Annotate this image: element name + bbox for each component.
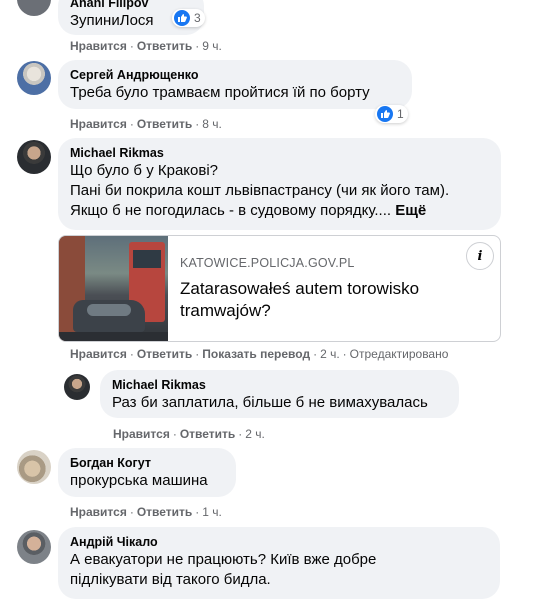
reply-link[interactable]: Ответить: [137, 39, 192, 53]
comment-bubble: Богдан Когут прокурська машина: [58, 448, 236, 497]
like-link[interactable]: Нравится: [70, 117, 127, 131]
reaction-number: 3: [194, 11, 201, 25]
timestamp[interactable]: 2 ч.: [320, 347, 340, 361]
reaction-number: 1: [397, 107, 404, 121]
like-link[interactable]: Нравится: [70, 347, 127, 361]
comment-author[interactable]: Anani Filipov: [70, 0, 192, 11]
link-title-line: Zatarasowałeś autem torowisko: [180, 279, 420, 298]
like-icon: [377, 106, 393, 122]
timestamp[interactable]: 1 ч.: [202, 505, 222, 519]
reaction-count[interactable]: 1: [375, 105, 408, 123]
comment-author[interactable]: Michael Rikmas: [70, 145, 489, 161]
comment-author[interactable]: Сергей Андрющенко: [70, 67, 400, 83]
reply-link[interactable]: Ответить: [137, 117, 192, 131]
comment-text-line: Якщо б не погодилась - в судовому порядк…: [70, 202, 392, 219]
show-translation-link[interactable]: Показать перевод: [202, 347, 310, 361]
reply-link[interactable]: Ответить: [137, 505, 192, 519]
link-preview-card[interactable]: KATOWICE.POLICJA.GOV.PL Zatarasowałeś au…: [58, 235, 501, 342]
link-title-line: tramwajów?: [180, 301, 271, 320]
comment-author[interactable]: Богдан Когут: [70, 455, 224, 471]
info-icon[interactable]: i: [466, 242, 494, 270]
comment-actions: Нравится · Ответить · 9 ч.: [70, 39, 222, 53]
link-domain: KATOWICE.POLICJA.GOV.PL: [180, 256, 355, 270]
like-icon: [174, 10, 190, 26]
reply-link[interactable]: Ответить: [137, 347, 192, 361]
comment-actions: Нравится · Ответить · 1 ч.: [70, 505, 222, 519]
link-preview-image: [59, 236, 168, 341]
comment-actions: Нравится · Ответить · 8 ч.: [70, 117, 222, 131]
like-link[interactable]: Нравится: [70, 39, 127, 53]
avatar[interactable]: [17, 450, 51, 484]
like-link[interactable]: Нравится: [113, 427, 170, 441]
info-icon-glyph: i: [477, 248, 483, 264]
timestamp[interactable]: 2 ч.: [245, 427, 265, 441]
avatar[interactable]: [64, 374, 90, 400]
avatar[interactable]: [17, 61, 51, 95]
comment-bubble: Сергей Андрющенко Треба було трамваєм пр…: [58, 60, 412, 109]
comment-text: Раз би заплатила, більше б не вимахувала…: [112, 394, 428, 411]
comment-text: прокурська машина: [70, 472, 208, 489]
comment-bubble: Michael Rikmas Раз би заплатила, більше …: [100, 370, 459, 418]
comment-author[interactable]: Michael Rikmas: [112, 377, 447, 393]
reply-link[interactable]: Ответить: [180, 427, 235, 441]
reaction-count[interactable]: 3: [172, 9, 205, 27]
edited-label: Отредактировано: [349, 347, 449, 361]
comment-text-line: Що було б у Кракові?: [70, 162, 219, 179]
comment-text-line: Пані би покрила кошт львівпастрансу (чи …: [70, 182, 450, 199]
comment-author[interactable]: Андрій Чікало: [70, 534, 488, 550]
timestamp[interactable]: 9 ч.: [202, 39, 222, 53]
comment-bubble: Michael Rikmas Що було б у Кракові? Пані…: [58, 138, 501, 230]
comment-text-line: підлікувати від такого бидла.: [70, 571, 271, 588]
avatar[interactable]: [17, 0, 51, 16]
avatar[interactable]: [17, 140, 51, 174]
comment-text-line: А евакуатори не працюють? Київ вже добре: [70, 551, 377, 568]
avatar[interactable]: [17, 530, 51, 564]
timestamp[interactable]: 8 ч.: [202, 117, 222, 131]
comment-text: Треба було трамваєм пройтися їй по борту: [70, 84, 370, 101]
like-link[interactable]: Нравится: [70, 505, 127, 519]
comment-bubble: Андрій Чікало А евакуатори не працюють? …: [58, 527, 500, 599]
comment-actions: Нравится · Ответить · Показать перевод · 2 ч. ·…: [70, 347, 449, 361]
link-title: Zatarasowałeś autem torowisko tramwajów?: [180, 278, 419, 322]
comment-actions: Нравится · Ответить · 2 ч.: [113, 427, 265, 441]
see-more-link[interactable]: Ещё: [395, 202, 426, 219]
